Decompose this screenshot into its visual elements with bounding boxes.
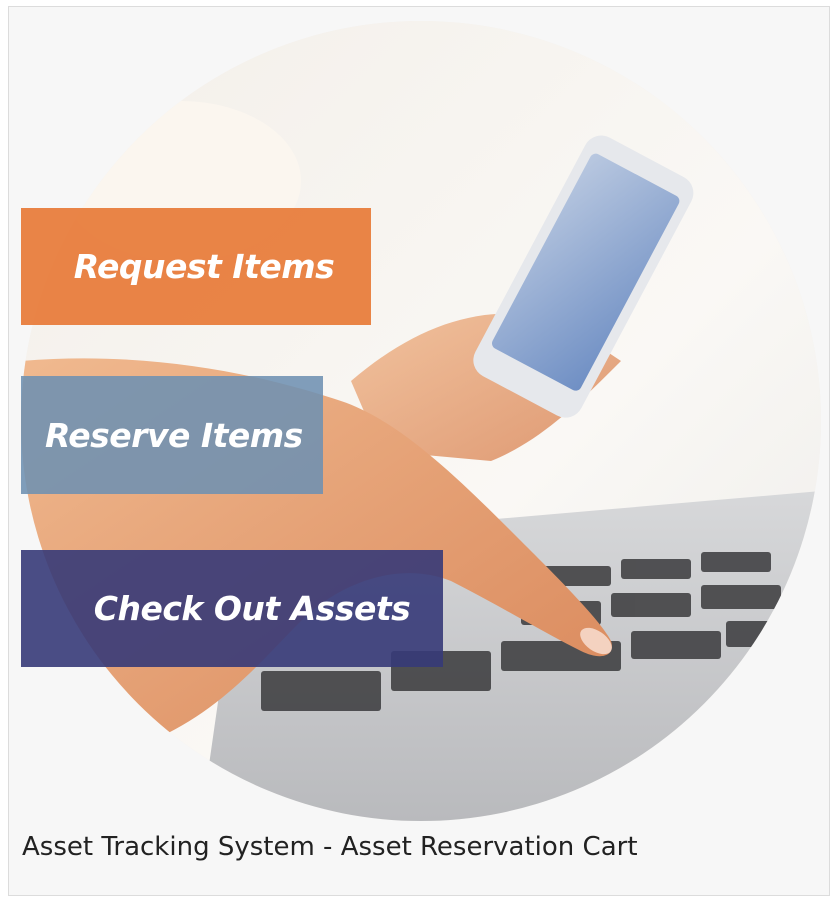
- check-out-assets-banner[interactable]: Check Out Assets: [21, 550, 443, 667]
- product-caption[interactable]: Asset Tracking System - Asset Reservatio…: [22, 825, 822, 869]
- product-card: Request Items Reserve Items Check Out As…: [8, 6, 830, 896]
- request-items-label: Request Items: [73, 247, 335, 286]
- reserve-items-banner[interactable]: Reserve Items: [21, 376, 323, 494]
- check-out-assets-label: Check Out Assets: [93, 589, 411, 628]
- reserve-items-label: Reserve Items: [45, 415, 303, 455]
- request-items-banner[interactable]: Request Items: [21, 208, 371, 325]
